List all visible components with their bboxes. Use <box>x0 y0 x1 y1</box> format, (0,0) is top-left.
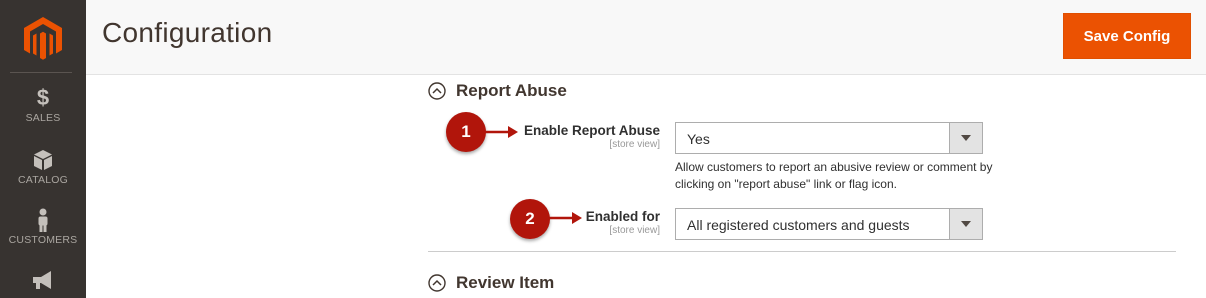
field-scope: [store view] <box>609 139 660 150</box>
annotation-arrow-icon <box>484 126 518 138</box>
field-label-enabled-for: Enabled for [store view] <box>586 209 660 236</box>
annotation-badge-2: 2 <box>510 199 550 239</box>
section-toggle-report-abuse[interactable]: Report Abuse <box>428 81 567 101</box>
sidebar-divider <box>10 72 72 73</box>
box-icon <box>34 150 52 170</box>
annotation-badge-1: 1 <box>446 112 486 152</box>
admin-sidebar: $ SALES CATALOG CUSTOMERS <box>0 0 86 298</box>
dollar-icon: $ <box>36 85 50 110</box>
dropdown-button[interactable] <box>949 123 982 153</box>
chevron-up-icon <box>428 274 446 292</box>
dropdown-button[interactable] <box>949 209 982 239</box>
megaphone-icon <box>33 271 51 289</box>
section-divider <box>428 251 1176 252</box>
sidebar-item-customers[interactable]: CUSTOMERS <box>0 208 86 246</box>
section-title: Review Item <box>456 273 555 292</box>
chevron-up-icon <box>428 82 446 100</box>
enable-report-abuse-select[interactable]: Yes <box>675 122 983 154</box>
sidebar-item-catalog[interactable]: CATALOG <box>0 148 86 186</box>
sidebar-item-label: CUSTOMERS <box>8 234 78 246</box>
enabled-for-select[interactable]: All registered customers and guests <box>675 208 983 240</box>
person-icon <box>38 208 48 232</box>
caret-down-icon <box>961 221 971 227</box>
sidebar-item-label: CATALOG <box>17 174 69 186</box>
select-value: All registered customers and guests <box>687 217 910 233</box>
page-header: Configuration Save Config <box>86 0 1206 75</box>
annotation-arrow-icon <box>548 212 582 224</box>
field-scope: [store view] <box>609 225 660 236</box>
magento-logo[interactable] <box>22 16 64 60</box>
select-value: Yes <box>687 131 710 147</box>
field-label: Enable Report Abuse <box>523 123 660 138</box>
sidebar-item-marketing[interactable] <box>0 268 86 292</box>
sidebar-item-sales[interactable]: $ SALES <box>0 85 86 125</box>
caret-down-icon <box>961 135 971 141</box>
section-toggle-review-item[interactable]: Review Item <box>428 273 554 293</box>
field-label-enable-report-abuse: Enable Report Abuse [store view] <box>524 123 660 150</box>
section-title: Report Abuse <box>456 81 567 100</box>
save-config-button[interactable]: Save Config <box>1063 13 1191 59</box>
field-label: Enabled for <box>585 209 660 224</box>
field-note: Allow customers to report an abusive rev… <box>675 160 993 191</box>
sidebar-item-label: SALES <box>25 112 61 124</box>
page-title: Configuration <box>102 17 273 48</box>
